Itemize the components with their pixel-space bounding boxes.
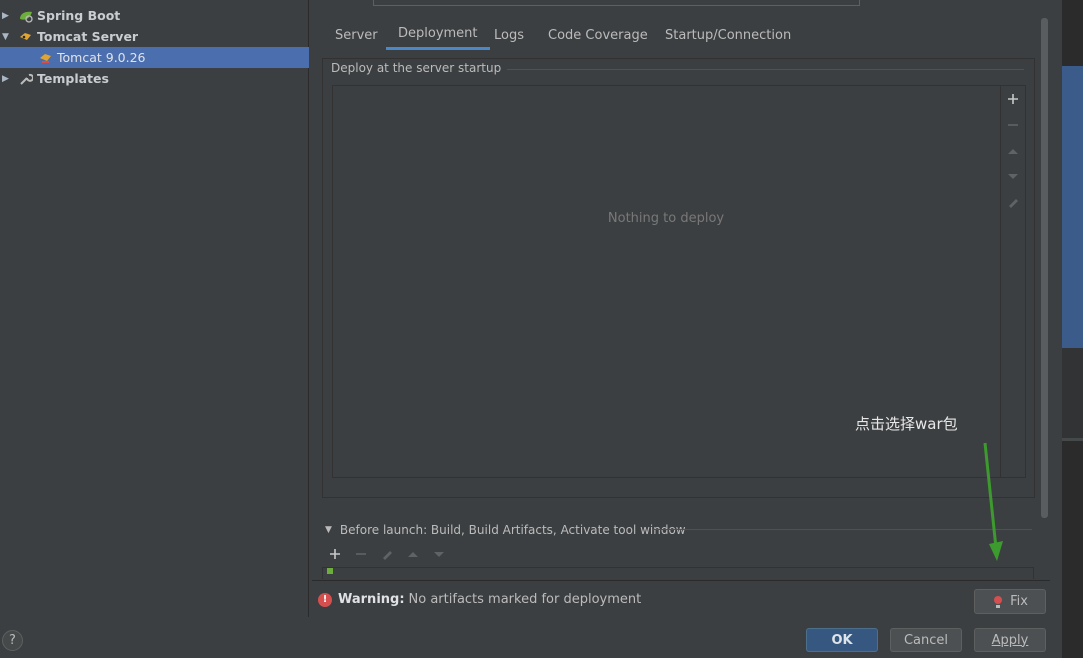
tomcat-config-icon [38, 50, 54, 66]
before-launch-list[interactable] [322, 567, 1034, 579]
tab-server[interactable]: Server [323, 20, 390, 50]
fix-button[interactable]: Fix [974, 589, 1046, 614]
collapse-arrow-icon[interactable]: ▼ [2, 32, 12, 42]
annotation-arrow [983, 442, 1003, 561]
move-up-icon[interactable] [403, 544, 423, 564]
tab-logs[interactable]: Logs [482, 20, 536, 50]
spring-boot-icon [18, 8, 34, 24]
scrollbar[interactable] [1041, 18, 1048, 518]
apply-button[interactable]: Apply [974, 628, 1046, 652]
ok-button-label: OK [831, 632, 853, 648]
tree-item-tomcat-server[interactable]: ▼ Tomcat Server [0, 26, 309, 47]
background-window-divider [1062, 438, 1083, 441]
warning-text: No artifacts marked for deployment [408, 592, 642, 607]
build-task-icon [327, 568, 333, 574]
tab-label: Startup/Connection [665, 27, 792, 43]
tree-item-label: Tomcat Server [37, 29, 139, 44]
fix-button-label: Fix [1010, 594, 1028, 609]
move-up-icon[interactable] [1002, 140, 1024, 162]
tree-item-spring-boot[interactable]: ▶ Spring Boot [0, 5, 309, 26]
tab-deployment[interactable]: Deployment [386, 20, 490, 50]
warning-message: ! Warning: No artifacts marked for deplo… [318, 592, 641, 607]
remove-icon[interactable] [1002, 114, 1024, 136]
expand-arrow-icon[interactable]: ▶ [2, 11, 12, 21]
cancel-button[interactable]: Cancel [890, 628, 962, 652]
tab-code-coverage[interactable]: Code Coverage [536, 20, 660, 50]
move-down-icon[interactable] [1002, 165, 1024, 187]
remove-icon[interactable] [351, 544, 371, 564]
empty-list-text: Nothing to deploy [607, 211, 725, 226]
tab-label: Deployment [398, 26, 478, 41]
add-icon[interactable] [1002, 88, 1024, 110]
tree-item-templates[interactable]: ▶ Templates [0, 68, 309, 89]
error-icon: ! [318, 592, 332, 607]
tab-label: Logs [494, 27, 524, 43]
warning-label: Warning: [338, 592, 405, 607]
before-launch-section[interactable]: ▼ Before launch: Build, Build Artifacts,… [325, 520, 686, 540]
tab-label: Server [335, 27, 378, 43]
background-window-highlight [1062, 66, 1083, 348]
tree-item-tomcat-config[interactable]: Tomcat 9.0.26 [0, 47, 309, 68]
expand-arrow-icon[interactable]: ▶ [2, 74, 12, 84]
tree-item-label: Spring Boot [37, 8, 121, 23]
bulb-error-icon [994, 595, 1003, 608]
tomcat-icon [18, 29, 34, 45]
tab-startup-connection[interactable]: Startup/Connection [653, 20, 803, 50]
tree-item-label: Tomcat 9.0.26 [57, 50, 146, 65]
help-button[interactable]: ? [2, 630, 23, 651]
add-icon[interactable] [325, 544, 345, 564]
apply-button-label: Apply [991, 632, 1029, 648]
edit-icon[interactable] [1002, 191, 1024, 213]
edit-icon[interactable] [377, 544, 397, 564]
before-launch-label: Before launch: Build, Build Artifacts, A… [339, 523, 686, 537]
tree-item-label: Templates [37, 71, 109, 86]
annotation-text: 点击选择war包 [855, 415, 958, 433]
wrench-icon [18, 71, 34, 87]
collapse-arrow-icon[interactable]: ▼ [325, 525, 332, 535]
divider [484, 69, 1024, 70]
help-icon: ? [9, 633, 16, 648]
run-config-tree: ▶ Spring Boot ▼ Tomcat Server Tomcat 9.0… [0, 0, 309, 617]
name-field[interactable] [373, 0, 860, 6]
cancel-button-label: Cancel [903, 632, 949, 648]
tab-label: Code Coverage [548, 27, 648, 43]
divider [312, 580, 1050, 581]
deploy-group-title: Deploy at the server startup [331, 61, 508, 75]
background-window-panel [1062, 348, 1083, 438]
ok-button[interactable]: OK [806, 628, 878, 652]
move-down-icon[interactable] [429, 544, 449, 564]
